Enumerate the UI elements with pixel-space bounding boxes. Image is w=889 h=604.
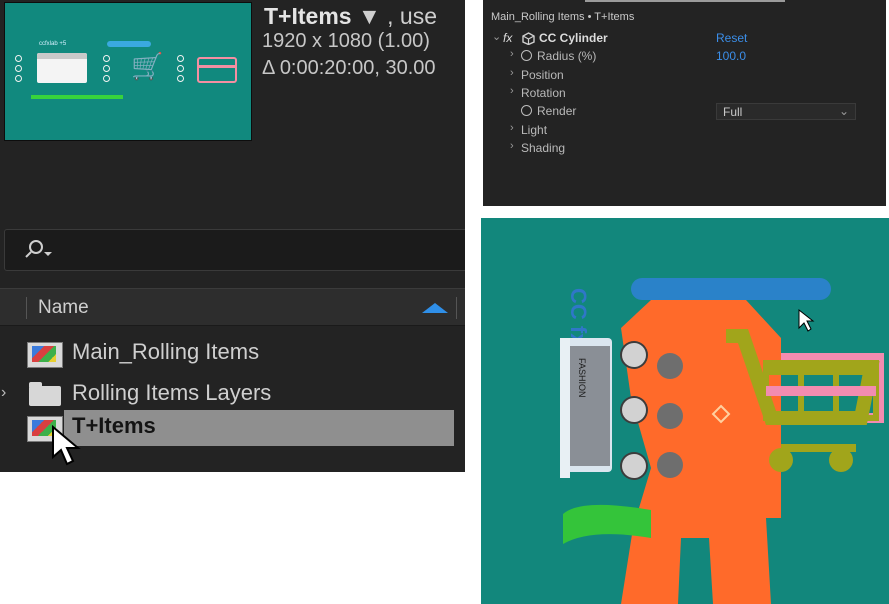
thumbnail-caption: ccfxlab +5 [39,41,67,47]
property-expand-chevron-icon[interactable]: › [510,48,514,60]
property-render-row[interactable]: Render Full ⌄ [483,102,886,120]
composition-viewer[interactable]: CC fx FASHION [481,218,889,604]
property-label: Rotation [521,86,566,100]
project-item-label: Rolling Items Layers [72,380,272,405]
effect-controls-breadcrumb: Main_Rolling Items • T+Items [491,11,635,23]
property-light-row[interactable]: › Light [483,121,886,139]
render-dropdown-value: Full [723,105,743,119]
project-column-header: Name [0,288,465,326]
search-icon[interactable] [23,239,55,261]
radius-value[interactable]: 100.0 [716,49,746,63]
composition-title-suffix[interactable]: ▼ , use [358,3,437,29]
thumbnail-card-icon [197,57,237,83]
composition-duration: Δ 0:00:20:00, 30.00 [262,57,436,79]
property-label: Radius (%) [537,49,597,63]
effect-name: CC Cylinder [539,31,608,45]
property-label: Render [537,104,577,118]
property-expand-chevron-icon[interactable]: › [510,122,514,134]
fx-badge-icon: fx [503,31,513,45]
property-expand-chevron-icon[interactable]: › [510,67,514,79]
composition-name: T+Items [264,3,352,29]
stopwatch-icon[interactable] [521,105,532,116]
rendered-card-text: FASHION [577,358,587,398]
composition-thumbnail: ccfxlab +5 🛒 [4,2,252,141]
thumbnail-blue-bar [107,41,151,47]
effect-controls-panel: Main_Rolling Items • T+Items ⌄ fx CC Cyl… [483,0,886,206]
stopwatch-icon[interactable] [521,50,532,61]
project-item-label: Main_Rolling Items [72,339,260,364]
composition-icon [27,342,63,368]
rendered-logo-text: CC fx [566,288,591,346]
property-rotation-row[interactable]: › Rotation [483,84,886,102]
cube-icon [522,32,535,45]
composition-title: T+Items ▼ , use [264,3,437,30]
effect-collapse-chevron-icon[interactable]: ⌄ [492,30,501,43]
column-separator [456,297,457,319]
project-item-label: T+Items [72,413,156,438]
property-expand-chevron-icon[interactable]: › [510,140,514,152]
property-radius-row[interactable]: › Radius (%) 100.0 [483,47,886,65]
column-name-header[interactable]: Name [38,297,89,319]
panel-scroll-indicator [585,0,785,2]
property-label: Shading [521,141,566,155]
folder-icon [29,382,61,406]
project-panel: ccfxlab +5 🛒 T+Items ▼ , use 1920 x 1080… [0,0,465,472]
thumbnail-browser-window [37,53,87,83]
composition-render: CC fx FASHION [560,278,884,604]
effect-reset-link[interactable]: Reset [716,31,747,45]
project-item-main-rolling-items[interactable]: Main_Rolling Items [0,334,465,372]
property-shading-row[interactable]: › Shading [483,139,886,157]
project-search-field[interactable] [4,229,465,271]
effect-cc-cylinder-row[interactable]: ⌄ fx CC Cylinder Reset [483,29,886,47]
property-label: Position [521,68,564,82]
property-position-row[interactable]: › Position [483,66,886,84]
mouse-cursor-icon [52,425,81,466]
rendered-blue-bar [631,278,831,300]
composition-resolution: 1920 x 1080 (1.00) [262,30,430,52]
thumbnail-green-bar [31,95,123,99]
chevron-down-icon: ⌄ [838,104,849,118]
property-expand-chevron-icon[interactable]: › [510,85,514,97]
sort-ascending-icon[interactable] [422,303,448,313]
viewer-mouse-cursor-icon [798,308,815,332]
thumbnail-cart-icon: 🛒 [131,51,164,81]
column-separator [26,297,27,319]
render-dropdown[interactable]: Full ⌄ [716,103,856,120]
property-label: Light [521,123,548,137]
rendered-orange-shape [621,300,781,604]
folder-expand-chevron-icon[interactable]: › [1,384,6,402]
